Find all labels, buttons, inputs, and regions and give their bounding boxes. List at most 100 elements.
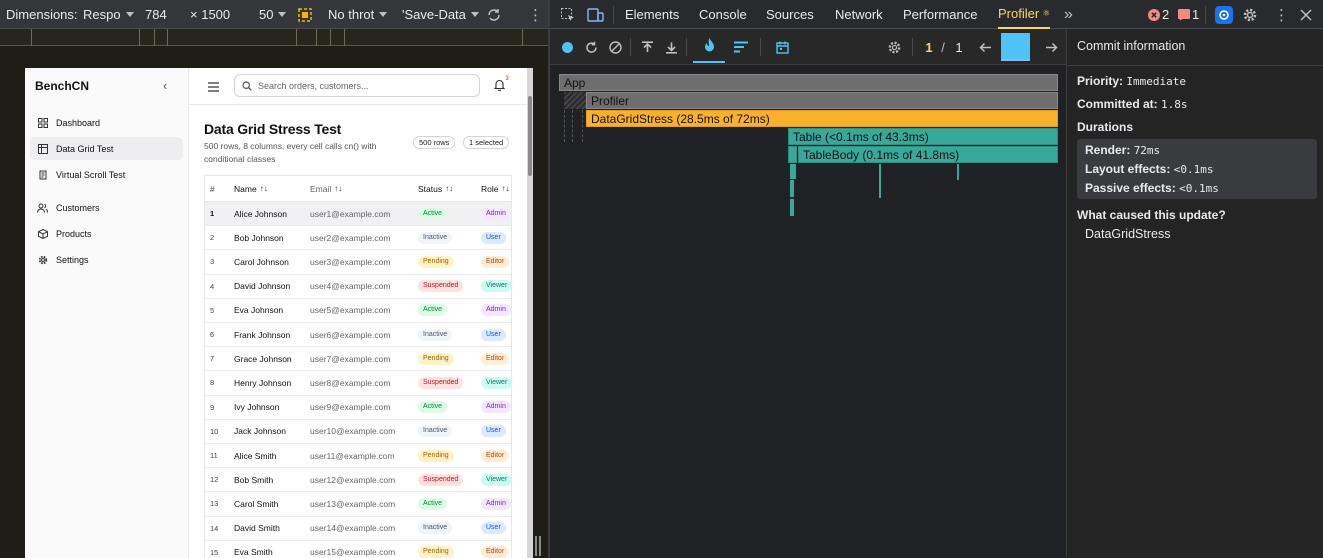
table-row[interactable]: 4 David Johnson user4@example.com Suspended…	[205, 275, 511, 299]
flame-node-row[interactable]	[879, 164, 881, 198]
role-badge: Admin	[481, 207, 511, 220]
row-name: Frank Johnson	[234, 329, 291, 340]
warnings-indicator[interactable]: 1	[1178, 0, 1199, 29]
settings-gear-icon[interactable]	[1242, 0, 1258, 29]
table-row[interactable]: 12 Bob Smith user12@example.com Suspended Vi…	[205, 468, 511, 493]
sort-icon[interactable]: ↑↓	[501, 184, 509, 193]
column-header-role[interactable]: Role ↑↓	[481, 176, 509, 201]
row-email: user10@example.com	[310, 426, 396, 437]
table-row[interactable]: 7 Grace Johnson user7@example.com Pending Ed…	[205, 347, 511, 372]
table-row[interactable]: 13 Carol Smith user13@example.com Active Adm…	[205, 492, 511, 517]
tab-profiler[interactable]: Profiler ⚛	[998, 0, 1051, 29]
table-row[interactable]: 14 David Smith user14@example.com Inactive U…	[205, 517, 511, 541]
table-row[interactable]: 9 Ivy Johnson user9@example.com Active Admin	[205, 396, 511, 420]
tab-elements[interactable]: Elements	[625, 0, 679, 29]
sort-icon[interactable]: ↑↓	[260, 184, 268, 193]
sidebar-item-products[interactable]: Products	[30, 222, 183, 245]
upload-icon[interactable]	[639, 29, 655, 65]
sort-icon[interactable]: ↑↓	[445, 184, 453, 193]
errors-indicator[interactable]: 2	[1148, 0, 1169, 29]
flame-node-app[interactable]: App	[559, 74, 1058, 91]
flame-node-row[interactable]	[790, 180, 794, 197]
more-tabs-icon[interactable]: »	[1064, 0, 1073, 29]
app-topbar: Search orders, customers... 3	[189, 68, 527, 105]
width-input[interactable]: 784	[145, 0, 167, 29]
column-header-status[interactable]: Status ↑↓	[418, 176, 453, 201]
close-icon[interactable]	[1300, 0, 1312, 29]
status-badge: Suspended	[418, 280, 464, 293]
profiler-settings-icon[interactable]	[885, 29, 903, 65]
column-header-email[interactable]: Email ↑↓	[310, 176, 342, 201]
agent-icon[interactable]	[1215, 0, 1233, 29]
save-data-select[interactable]: 'Save-Data	[402, 0, 479, 29]
flame-node-row[interactable]	[957, 164, 959, 180]
next-commit-icon[interactable]	[1041, 29, 1061, 65]
table-row[interactable]: 10 Jack Johnson user10@example.com Inactive…	[205, 420, 511, 444]
more-options-icon[interactable]: ⋮	[528, 0, 543, 29]
tab-sources[interactable]: Sources	[766, 0, 814, 29]
row-name: David Smith	[234, 523, 280, 534]
commit-total: 1	[955, 39, 963, 55]
table-row[interactable]: 1 Alice Johnson user1@example.com Active Adm…	[205, 202, 511, 227]
previous-commit-icon[interactable]	[975, 29, 995, 65]
flamegraph-icon[interactable]	[693, 29, 725, 63]
menu-icon[interactable]	[208, 79, 219, 97]
sidebar-item-customers[interactable]: Customers	[30, 196, 183, 219]
flame-node-small[interactable]	[788, 146, 797, 163]
update-cause-value[interactable]: DataGridStress	[1085, 227, 1170, 241]
more-options-icon[interactable]: ⋮	[1274, 0, 1289, 29]
table-row[interactable]: 5 Eva Johnson user5@example.com Active Admin	[205, 299, 511, 323]
page-subtitle: 500 rows, 8 columns, every cell calls cn…	[204, 141, 377, 164]
tab-console[interactable]: Console	[699, 0, 747, 29]
resize-handle[interactable]	[535, 536, 541, 556]
collapse-sidebar-icon[interactable]: ‹	[163, 78, 167, 93]
download-icon[interactable]	[663, 29, 679, 65]
timeline-icon[interactable]	[772, 29, 792, 65]
commit-bar[interactable]	[1001, 33, 1030, 61]
device-toggle-icon[interactable]	[587, 0, 604, 29]
zoom-select[interactable]: 50	[259, 0, 287, 29]
reload-icon[interactable]	[583, 29, 599, 65]
rotate-icon[interactable]	[486, 0, 502, 29]
height-input[interactable]: × 1500	[190, 0, 230, 29]
table-row[interactable]: 3 Carol Johnson user3@example.com Pending Ed…	[205, 250, 511, 275]
commit-bar-chart[interactable]	[1001, 29, 1030, 65]
inspect-element-icon[interactable]	[560, 0, 576, 29]
status-badge: Active	[418, 497, 448, 510]
table-row[interactable]: 2 Bob Johnson user2@example.com Inactive Use…	[205, 226, 511, 251]
row-index: 10	[210, 426, 219, 436]
throttle-select[interactable]: No throt	[328, 0, 388, 29]
record-icon[interactable]	[559, 29, 575, 65]
flame-node-datagridstress[interactable]: DataGridStress (28.5ms of 72ms)	[586, 110, 1058, 127]
tab-performance[interactable]: Performance	[903, 0, 977, 29]
flame-node-table[interactable]: Table (<0.1ms of 43.3ms)	[788, 128, 1058, 145]
flame-node-row[interactable]	[790, 164, 796, 179]
device-frame-icon[interactable]	[298, 0, 312, 29]
table-row[interactable]: 8 Henry Johnson user8@example.com Suspended…	[205, 371, 511, 396]
flame-node-profiler[interactable]: Profiler	[586, 92, 1058, 109]
sidebar-item-virtual-scroll-test[interactable]: Virtual Scroll Test	[30, 163, 183, 186]
flame-node-tablebody[interactable]: TableBody (0.1ms of 41.8ms)	[798, 146, 1058, 163]
flame-guide	[582, 110, 583, 142]
devtools-tabbar: Elements Console Sources Network Performance…	[550, 0, 1323, 29]
sidebar-item-dashboard[interactable]: Dashboard	[30, 111, 183, 134]
search-input[interactable]: Search orders, customers...	[234, 74, 480, 97]
flame-node-row[interactable]	[790, 199, 794, 216]
sidebar-item-settings[interactable]: Settings	[30, 248, 183, 271]
clear-icon[interactable]	[607, 29, 623, 65]
row-status-cell: Active	[418, 396, 448, 419]
page-scrollbar-thumb[interactable]	[528, 96, 532, 176]
column-header-name[interactable]: Name ↑↓	[234, 176, 268, 201]
update-cause-label: What caused this update?	[1077, 208, 1226, 222]
ranked-icon[interactable]	[731, 29, 751, 65]
table-row[interactable]: 6 Frank Johnson user6@example.com Inactive U…	[205, 323, 511, 348]
save-data-value: 'Save-Data	[402, 7, 466, 22]
table-row[interactable]: 15 Eva Smith user15@example.com Pending Edit…	[205, 541, 511, 558]
sort-icon[interactable]: ↑↓	[334, 184, 342, 193]
passive-effects-row: Passive effects: <0.1ms	[1085, 181, 1219, 195]
tab-network[interactable]: Network	[835, 0, 883, 29]
sidebar-item-data-grid-test[interactable]: Data Grid Test	[30, 137, 183, 160]
row-role-cell: Viewer	[481, 468, 511, 491]
dimensions-select[interactable]: Respo	[83, 0, 134, 29]
table-row[interactable]: 11 Alice Smith user11@example.com Pending Ed…	[205, 444, 511, 469]
